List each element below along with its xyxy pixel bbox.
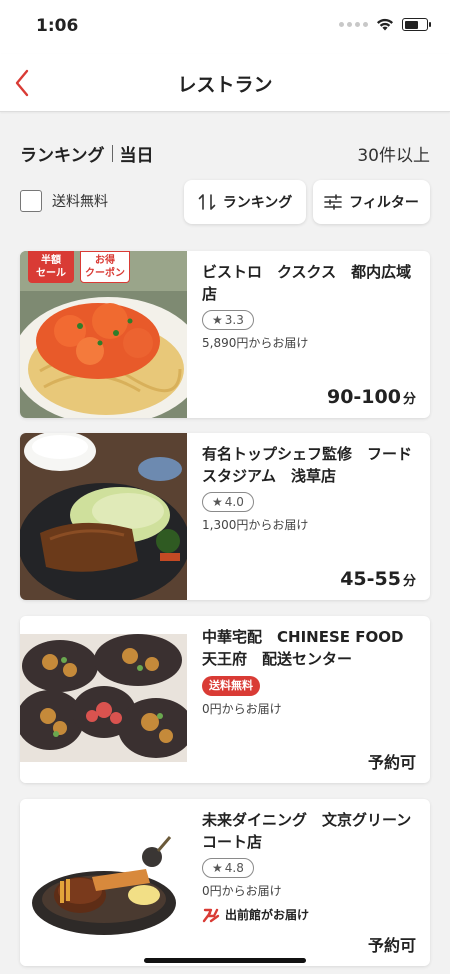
battery-icon	[402, 18, 431, 31]
minimum-order: 1,300円からお届け	[202, 518, 309, 532]
wifi-icon	[377, 18, 393, 31]
status-icons	[339, 18, 431, 31]
status-bar: 1:06	[0, 0, 450, 54]
delivery-eta: 45-55 分	[340, 568, 416, 590]
rating-value: 4.8	[224, 861, 244, 875]
date-label: 当日	[119, 145, 154, 166]
restaurant-photo: 半額 セール お得 クーポン	[20, 251, 187, 418]
restaurant-name: 未来ダイニング 文京グリーンコート店	[202, 811, 412, 851]
reservation-status: 予約可	[367, 753, 416, 772]
navigation-bar: レストラン	[0, 54, 450, 112]
page-title: レストラン	[177, 74, 273, 96]
delivery-partner-label: 出前館がお届け	[225, 908, 310, 922]
demaecan-logo-icon	[202, 908, 220, 922]
free-shipping-label: 送料無料	[52, 194, 108, 210]
restaurant-name: 有名トップシェフ監修 フードスタジアム 浅草店	[202, 445, 413, 485]
restaurant-info: 有名トップシェフ監修 フードスタジアム 浅草店 ★ 4.0 1,300円からお届け	[202, 443, 418, 533]
rating-badge: ★ 3.3	[202, 310, 254, 330]
divider	[111, 144, 113, 162]
minimum-order: 0円からお届け	[202, 702, 282, 716]
restaurant-photo	[20, 799, 187, 966]
filter-button-label: フィルター	[349, 195, 419, 211]
filter-row: 送料無料 ランキング フィルター	[20, 180, 430, 224]
restaurant-photo	[20, 616, 187, 783]
result-count: 30件以上	[357, 145, 430, 166]
restaurant-name: ビストロ クスクス 都内広域店	[202, 263, 412, 303]
sliders-icon	[324, 194, 342, 210]
star-icon: ★	[212, 313, 223, 327]
restaurant-info: 中華宅配 CHINESE FOOD 天王府 配送センター 送料無料 0円からお届…	[202, 626, 418, 717]
rating-badge: ★ 4.0	[202, 492, 254, 512]
sort-label: ランキング	[20, 145, 105, 166]
delivery-eta: 90-100 分	[327, 386, 416, 408]
restaurant-card[interactable]: 中華宅配 CHINESE FOOD 天王府 配送センター 送料無料 0円からお届…	[20, 616, 430, 783]
filter-button[interactable]: フィルター	[313, 180, 430, 224]
home-indicator[interactable]	[144, 958, 306, 963]
rating-badge: ★ 4.8	[202, 858, 254, 878]
free-shipping-checkbox[interactable]	[20, 190, 42, 212]
eta-value: 45-55	[340, 568, 401, 590]
reservation-status: 予約可	[367, 936, 416, 955]
ranking-sort-button[interactable]: ランキング	[184, 180, 306, 224]
restaurant-photo	[20, 433, 187, 600]
star-icon: ★	[212, 495, 223, 509]
restaurant-card[interactable]: 有名トップシェフ監修 フードスタジアム 浅草店 ★ 4.0 1,300円からお届け…	[20, 433, 430, 600]
minimum-order: 5,890円からお届け	[202, 336, 309, 350]
sort-summary: ランキング 当日	[20, 141, 154, 166]
star-icon: ★	[212, 861, 223, 875]
eta-unit: 分	[402, 574, 416, 589]
list-header: ランキング 当日 30件以上	[20, 140, 430, 166]
delivery-partner: 出前館がお届け	[202, 906, 418, 923]
promo-badges: 半額 セール お得 クーポン	[28, 251, 130, 283]
cellular-signal-icon	[339, 22, 368, 27]
sort-arrows-icon	[198, 194, 216, 210]
restaurant-card[interactable]: 半額 セール お得 クーポン ビストロ クスクス 都内広域店 ★ 3.3 5,89…	[20, 251, 430, 418]
restaurant-name: 中華宅配 CHINESE FOOD 天王府 配送センター	[202, 628, 404, 668]
eta-unit: 分	[402, 392, 416, 407]
restaurant-info: 未来ダイニング 文京グリーンコート店 ★ 4.8 0円からお届け 出前館がお届け	[202, 809, 418, 923]
restaurant-card[interactable]: 未来ダイニング 文京グリーンコート店 ★ 4.8 0円からお届け 出前館がお届け …	[20, 799, 430, 966]
free-shipping-badge: 送料無料	[202, 676, 260, 696]
ranking-button-label: ランキング	[222, 195, 293, 211]
eta-value: 90-100	[326, 386, 401, 408]
status-time: 1:06	[36, 16, 79, 36]
restaurant-info: ビストロ クスクス 都内広域店 ★ 3.3 5,890円からお届け	[202, 261, 418, 351]
free-shipping-toggle[interactable]: 送料無料	[20, 190, 108, 212]
rating-value: 3.3	[224, 313, 244, 327]
rating-value: 4.0	[224, 495, 244, 509]
half-price-sale-badge: 半額 セール	[28, 251, 74, 283]
minimum-order: 0円からお届け	[202, 884, 282, 898]
coupon-badge: お得 クーポン	[80, 251, 130, 283]
